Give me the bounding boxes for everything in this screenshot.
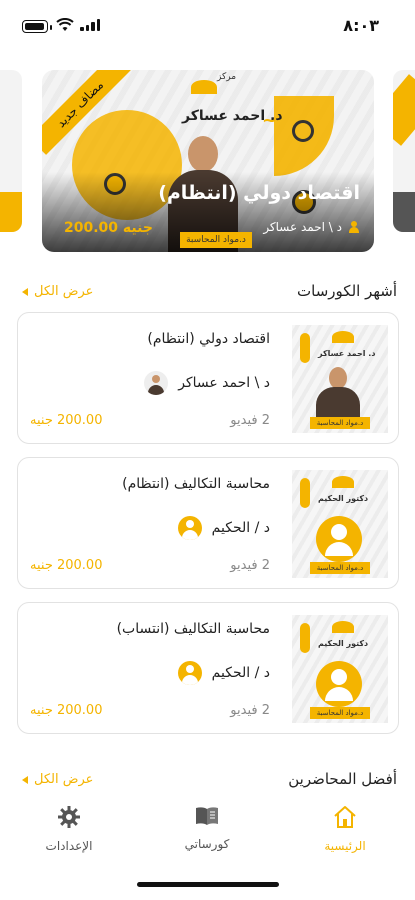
person-icon [348, 221, 360, 233]
course-price: 200.00 جنيه [30, 558, 103, 573]
featured-course-banner[interactable]: مركز د. احمد عساكر ~ مضاف جديد د.مواد ال… [42, 70, 374, 252]
battery-icon [22, 20, 52, 33]
instructor-avatar [177, 516, 202, 540]
chevron-left-icon [22, 287, 28, 296]
course-title: اقتصاد دولي (انتظام) [147, 331, 270, 347]
nav-settings[interactable]: الإعدادات [14, 805, 124, 853]
course-thumbnail: د. احمد عساكر د.مواد المحاسبة [292, 325, 388, 433]
gear-icon [58, 806, 80, 828]
course-title: محاسبة التكاليف (انتظام) [122, 476, 270, 492]
see-all-lecturers-link[interactable]: عرض الكل [22, 772, 93, 787]
wifi-icon [56, 18, 74, 31]
popular-courses-header: أشهر الكورسات عرض الكل [22, 282, 397, 304]
carousel-prev-slide[interactable] [0, 70, 22, 232]
book-icon [196, 807, 218, 825]
home-indicator [137, 882, 279, 887]
course-thumbnail: دكتور الحكيم د.مواد المحاسبة [292, 470, 388, 578]
instructor-avatar [177, 661, 202, 685]
course-title: محاسبة التكاليف (انتساب) [116, 621, 270, 637]
course-price: 200.00 جنيه [30, 413, 103, 428]
signal-icon [80, 19, 100, 31]
course-instructor: د \ احمد عساكر [144, 371, 270, 395]
course-instructor: د / الحكيم [177, 661, 270, 685]
section-title: أشهر الكورسات [297, 282, 397, 300]
banner-strip: د.مواد المحاسبة [180, 232, 252, 248]
nav-my-courses[interactable]: كورساتي [152, 805, 262, 851]
section-title: أفضل المحاضرين [288, 770, 397, 788]
status-bar: ٨:٠٣ [0, 0, 415, 50]
status-time: ٨:٠٣ [343, 16, 379, 35]
video-count: 2 فيديو [230, 558, 270, 573]
course-thumbnail: دكتور الحكيم د.مواد المحاسبة [292, 615, 388, 723]
best-lecturers-header: أفضل المحاضرين عرض الكل [22, 770, 397, 792]
banner-course-title: اقتصاد دولي (انتظام) [158, 182, 360, 204]
banner-price: 200.00 جنيه [64, 220, 153, 236]
see-all-courses-link[interactable]: عرض الكل [22, 284, 93, 299]
banner-instructor: د \ احمد عساكر [263, 220, 360, 234]
swirl-icon: ~ [262, 110, 278, 131]
home-icon [334, 806, 356, 828]
nav-home[interactable]: الرئيسية [290, 805, 400, 853]
video-count: 2 فيديو [230, 413, 270, 428]
course-card[interactable]: د. احمد عساكر د.مواد المحاسبة اقتصاد دول… [17, 312, 399, 444]
chevron-left-icon [22, 775, 28, 784]
course-price: 200.00 جنيه [30, 703, 103, 718]
course-card[interactable]: دكتور الحكيم د.مواد المحاسبة محاسبة التك… [17, 457, 399, 589]
video-count: 2 فيديو [230, 703, 270, 718]
center-logo: مركز [187, 72, 257, 102]
instructor-avatar [144, 371, 169, 395]
course-instructor: د / الحكيم [177, 516, 270, 540]
course-card[interactable]: دكتور الحكيم د.مواد المحاسبة محاسبة التك… [17, 602, 399, 734]
carousel-next-slide[interactable] [393, 70, 415, 232]
